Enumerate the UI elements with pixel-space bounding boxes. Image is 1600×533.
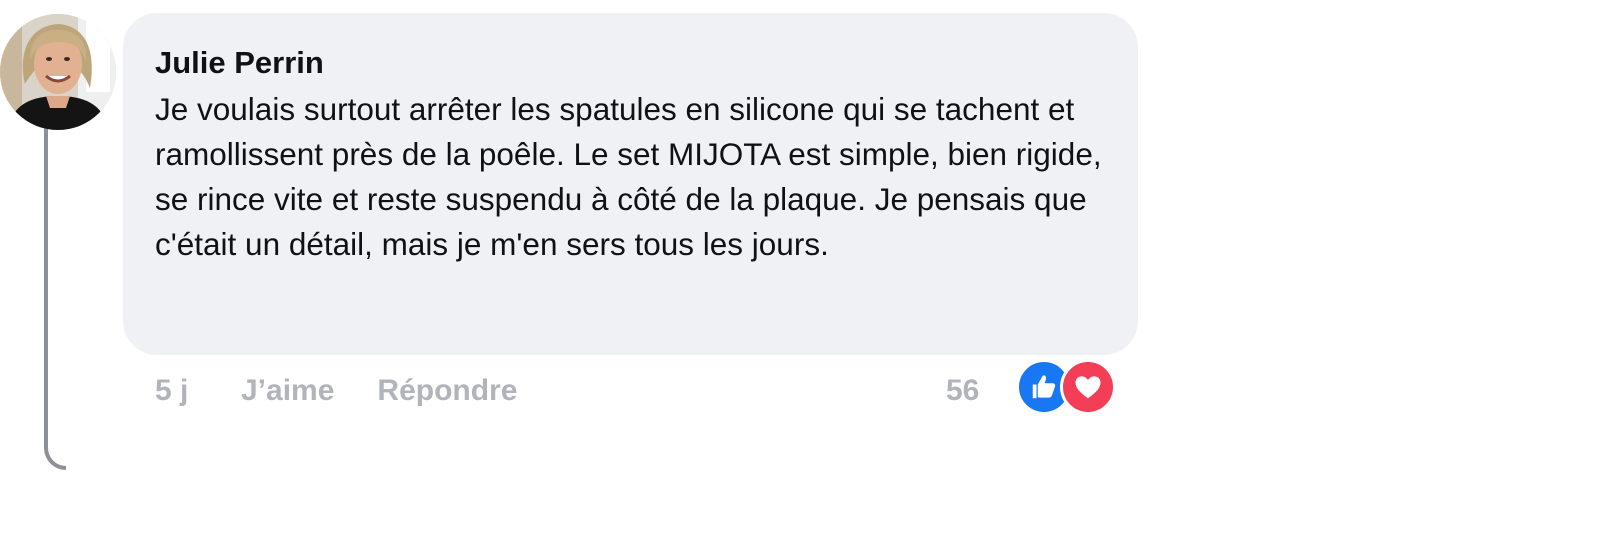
reaction-summary[interactable]	[1016, 359, 1116, 415]
thread-line	[44, 100, 66, 470]
thumbs-up-icon	[1032, 375, 1056, 399]
comment-timestamp[interactable]: 5 j	[155, 374, 241, 408]
comment-text: Je voulais surtout arrêter les spatules …	[155, 91, 1102, 262]
comment-actions: 5 j J’aime Répondre	[155, 370, 517, 412]
heart-icon	[1075, 376, 1101, 399]
avatar[interactable]	[0, 14, 116, 130]
comment-author[interactable]: Julie Perrin	[155, 43, 1106, 83]
like-button[interactable]: J’aime	[241, 374, 334, 408]
love-reaction-icon	[1060, 359, 1116, 415]
reaction-count[interactable]: 56	[946, 370, 979, 412]
comment-bubble: Julie Perrin Je voulais surtout arrêter …	[123, 13, 1138, 355]
reply-button[interactable]: Répondre	[377, 374, 517, 408]
avatar-photo	[0, 14, 116, 130]
